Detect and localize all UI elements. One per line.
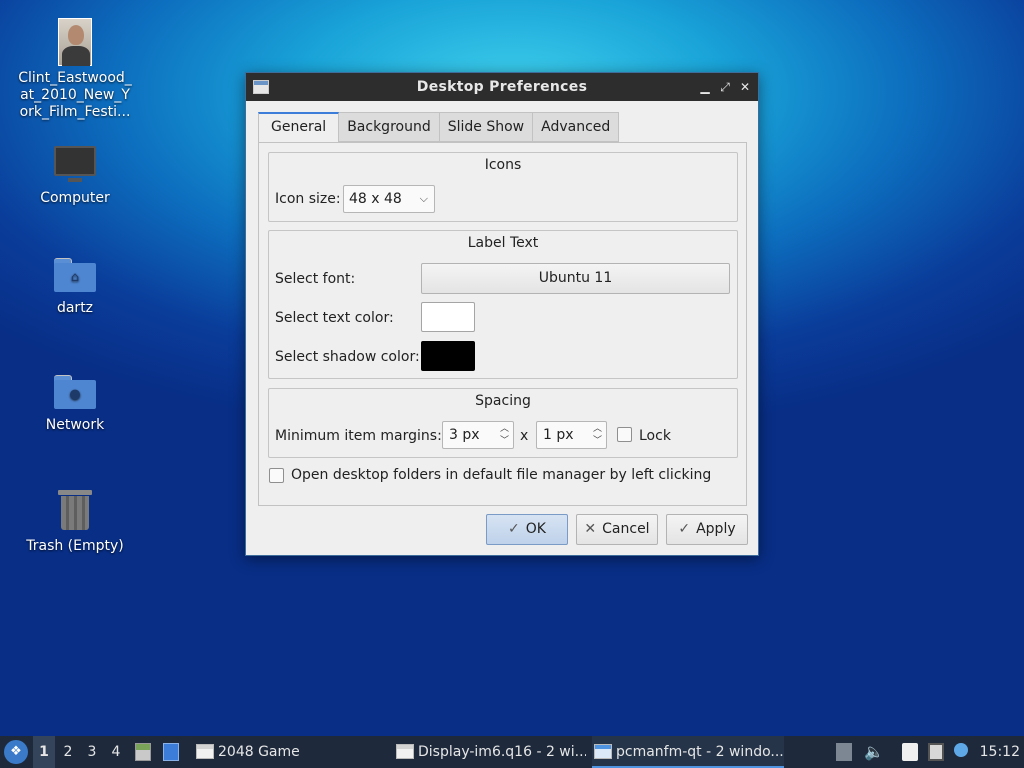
- spin-down-icon: ﹀: [592, 436, 602, 446]
- window-icon: [594, 744, 612, 759]
- titlebar[interactable]: Desktop Preferences ▁ ⤢ ✕: [246, 73, 758, 101]
- icon-size-label: Icon size:: [275, 191, 341, 207]
- desktop-icon-photo[interactable]: Clint_Eastwood_ at_2010_New_Y ork_Film_F…: [15, 18, 135, 121]
- desktop-switch-4[interactable]: 4: [105, 736, 127, 768]
- close-icon[interactable]: ✕: [738, 79, 752, 95]
- desktop-switch-2[interactable]: 2: [57, 736, 79, 768]
- start-menu-icon[interactable]: ❖: [4, 740, 28, 764]
- desktop-preferences-dialog: Desktop Preferences ▁ ⤢ ✕ General Backgr…: [245, 72, 759, 556]
- spin-up-icon: ︿: [499, 424, 509, 434]
- dialog-title: Desktop Preferences: [416, 79, 588, 95]
- desktop-icon-label: Computer: [40, 190, 110, 206]
- taskbar: ❖ 1 2 3 4 2048 Game Display-im6.q16 - 2 …: [0, 736, 1024, 768]
- computer-icon: [54, 146, 96, 182]
- task-2048-game[interactable]: 2048 Game: [194, 736, 384, 768]
- tab-slide-show[interactable]: Slide Show: [439, 112, 534, 142]
- window-icon: [196, 744, 214, 759]
- text-color-label: Select text color:: [275, 310, 394, 326]
- tray-arrow-icon[interactable]: [836, 743, 852, 761]
- spin-down-icon: ﹀: [499, 436, 509, 446]
- font-button[interactable]: Ubuntu 11: [421, 263, 730, 294]
- check-icon: ✓: [508, 521, 520, 537]
- spin-up-icon: ︿: [592, 424, 602, 434]
- icon-size-select[interactable]: 48 x 48 ⌵: [343, 185, 435, 213]
- chevron-down-icon: ⌵: [419, 192, 428, 205]
- desktop-icon-network[interactable]: ● Network: [15, 375, 135, 434]
- icons-group: Icons Icon size: 48 x 48 ⌵: [268, 152, 738, 222]
- desktop-icon-computer[interactable]: Computer: [15, 140, 135, 207]
- ok-button[interactable]: ✓ OK: [486, 514, 568, 545]
- trash-icon: [58, 490, 92, 530]
- font-label: Select font:: [275, 271, 356, 287]
- task-pcmanfm-qt[interactable]: pcmanfm-qt - 2 windo...: [592, 736, 784, 768]
- group-title: Label Text: [467, 235, 539, 251]
- lock-checkbox[interactable]: [617, 427, 632, 442]
- tab-advanced[interactable]: Advanced: [533, 112, 620, 142]
- desktop-icon-trash[interactable]: Trash (Empty): [15, 490, 135, 555]
- shadow-color-label: Select shadow color:: [275, 349, 420, 365]
- network-folder-icon: ●: [54, 375, 96, 409]
- clipboard-icon[interactable]: [902, 743, 918, 761]
- window-app-icon: [253, 80, 269, 94]
- show-desktop-icon[interactable]: [163, 743, 179, 761]
- network-icon[interactable]: [928, 743, 944, 761]
- check-icon: ✓: [678, 521, 691, 537]
- open-folders-label: Open desktop folders in default file man…: [291, 467, 712, 483]
- margin-x-spinbox[interactable]: 3 px ︿ ﹀: [442, 421, 514, 449]
- group-title: Icons: [484, 157, 522, 173]
- desktop-icon-label: Network: [45, 417, 105, 433]
- shadow-color-button[interactable]: [421, 341, 475, 371]
- group-title: Spacing: [475, 393, 531, 409]
- margin-separator: x: [520, 428, 529, 444]
- minimize-icon[interactable]: ▁: [698, 79, 712, 95]
- notification-icon[interactable]: [954, 743, 968, 757]
- label-text-group: Label Text Select font: Ubuntu 11 Select…: [268, 230, 738, 379]
- cancel-button[interactable]: ✕ Cancel: [576, 514, 658, 545]
- apply-button[interactable]: ✓ Apply: [666, 514, 748, 545]
- photo-thumbnail-icon: [58, 18, 92, 66]
- lock-label: Lock: [639, 428, 671, 444]
- desktop-switch-3[interactable]: 3: [81, 736, 103, 768]
- text-color-button[interactable]: [421, 302, 475, 332]
- tab-general[interactable]: General: [258, 112, 340, 143]
- general-tab-pane: Icons Icon size: 48 x 48 ⌵ Label Text Se…: [258, 142, 747, 506]
- tab-background[interactable]: Background: [339, 112, 440, 142]
- maximize-icon[interactable]: ⤢: [718, 79, 732, 95]
- desktop-icon-label: dartz: [56, 300, 94, 316]
- home-folder-icon: ⌂: [54, 258, 96, 292]
- open-folders-checkbox[interactable]: [269, 468, 284, 483]
- file-manager-launcher-icon[interactable]: [135, 743, 151, 761]
- desktop-icon-label: Clint_Eastwood_ at_2010_New_Y ork_Film_F…: [18, 70, 132, 120]
- volume-icon[interactable]: 🔈: [864, 736, 884, 768]
- tab-bar: General Background Slide Show Advanced: [258, 112, 620, 143]
- desktop-icon-home[interactable]: ⌂ dartz: [15, 258, 135, 317]
- margins-label: Minimum item margins:: [275, 428, 442, 444]
- window-icon: [396, 744, 414, 759]
- desktop-icon-label: Trash (Empty): [26, 538, 124, 554]
- clock[interactable]: 15:12: [980, 736, 1020, 768]
- spacing-group: Spacing Minimum item margins: 3 px ︿ ﹀ x …: [268, 388, 738, 458]
- desktop-switch-1[interactable]: 1: [33, 736, 55, 768]
- task-display-im6[interactable]: Display-im6.q16 - 2 wi...: [394, 736, 586, 768]
- cross-icon: ✕: [584, 521, 597, 537]
- margin-y-spinbox[interactable]: 1 px ︿ ﹀: [536, 421, 607, 449]
